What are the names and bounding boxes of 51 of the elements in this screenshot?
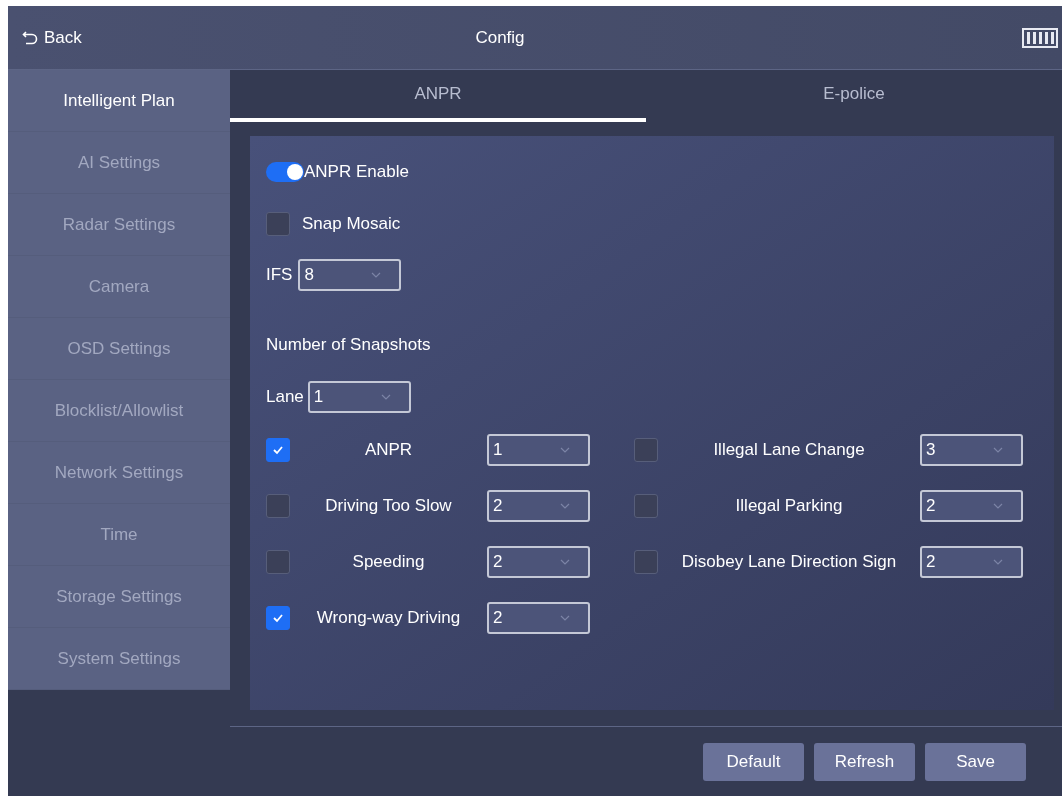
dropdown[interactable]: 2 (487, 602, 590, 634)
checkbox[interactable] (634, 550, 658, 574)
chevron-down-icon (560, 503, 570, 509)
dropdown[interactable]: 2 (920, 490, 1023, 522)
checkbox-label: Driving Too Slow (325, 495, 452, 518)
checkbox[interactable] (266, 606, 290, 630)
back-button[interactable]: Back (22, 24, 82, 51)
checkbox-label: Illegal Lane Change (713, 439, 865, 462)
dropdown[interactable]: 3 (920, 434, 1023, 466)
section-heading: Number of Snapshots (266, 334, 432, 356)
checkbox[interactable] (266, 494, 290, 518)
window-title: Config (474, 26, 526, 49)
dropdown[interactable]: 2 (920, 546, 1023, 578)
checkbox-label: Snap Mosaic (302, 213, 401, 236)
chevron-down-icon (560, 615, 570, 621)
dropdown[interactable]: 1 (307, 381, 411, 413)
action-button[interactable]: Save (925, 742, 1026, 781)
dropdown[interactable]: 1 (487, 434, 590, 466)
checkbox[interactable] (266, 550, 290, 574)
chevron-down-icon (560, 447, 570, 453)
checkbox-label: Wrong-way Driving (316, 607, 461, 630)
dropdown[interactable]: 2 (487, 490, 590, 522)
toggle-label: ANPR Enable (304, 161, 409, 184)
battery-icon (1022, 28, 1058, 48)
checkbox-label: ANPR (364, 439, 413, 462)
dropdown[interactable]: 8 (298, 259, 402, 291)
checkbox-label: Disobey Lane Direction Sign (681, 551, 897, 574)
toggle-switch[interactable] (266, 162, 304, 182)
checkbox-label: Illegal Parking (735, 495, 843, 518)
chevron-down-icon (560, 559, 570, 565)
chevron-down-icon (371, 272, 382, 278)
action-button[interactable]: Default (703, 742, 804, 781)
chevron-down-icon (993, 503, 1003, 509)
checkbox[interactable] (634, 494, 658, 518)
back-arrow-icon (22, 29, 38, 46)
dropdown[interactable]: 2 (487, 546, 590, 578)
checkmark-icon (272, 445, 284, 455)
chevron-down-icon (993, 559, 1003, 565)
chevron-down-icon (993, 447, 1003, 453)
field-label: Lane (266, 386, 304, 409)
checkbox-label: Speeding (352, 551, 425, 574)
field-label: IFS (266, 264, 293, 287)
sidebar-item[interactable]: Intelligent Plan (8, 70, 230, 132)
checkmark-icon (272, 613, 284, 623)
action-button[interactable]: Refresh (814, 742, 915, 781)
checkbox[interactable] (266, 438, 290, 462)
chevron-down-icon (380, 394, 391, 400)
tab[interactable]: ANPR (230, 70, 646, 122)
tab[interactable]: E-police (646, 70, 1062, 122)
checkbox[interactable] (634, 438, 658, 462)
checkbox[interactable] (266, 212, 290, 236)
